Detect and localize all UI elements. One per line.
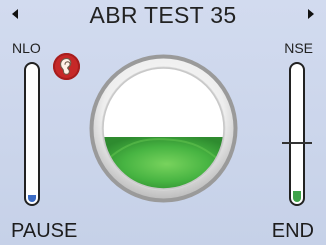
ear-icon-graphic xyxy=(60,57,72,75)
nse-meter-fill xyxy=(293,191,301,202)
next-test-arrow-icon[interactable] xyxy=(308,9,314,19)
nse-label: NSE xyxy=(284,40,313,56)
nse-threshold-line xyxy=(282,142,312,144)
test-title: ABR TEST 35 xyxy=(89,2,237,28)
header: ABR TEST 35 xyxy=(0,0,326,34)
response-gauge xyxy=(89,54,238,203)
end-button[interactable]: END xyxy=(272,219,314,243)
pause-button[interactable]: PAUSE xyxy=(11,219,77,243)
nse-meter xyxy=(289,62,305,206)
nlo-label: NLO xyxy=(12,40,41,56)
nlo-meter-fill xyxy=(28,195,36,202)
abr-test-screen: ABR TEST 35 NLO NSE PAUSE END xyxy=(0,0,326,245)
nlo-meter xyxy=(24,62,40,206)
ear-icon[interactable] xyxy=(53,53,80,80)
